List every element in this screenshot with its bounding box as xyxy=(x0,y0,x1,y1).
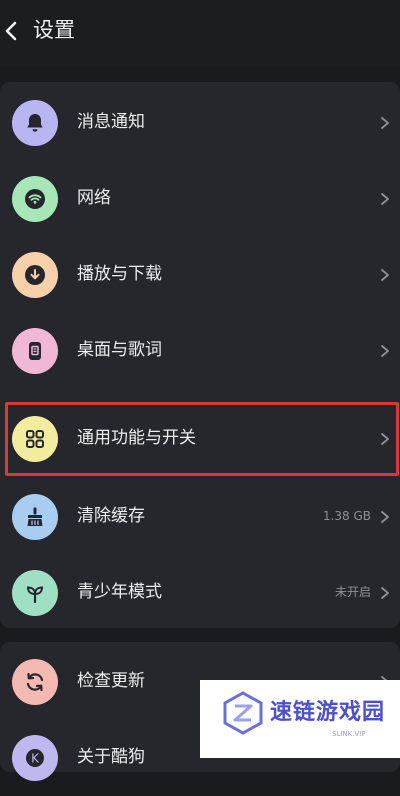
settings-item-label: 关于酷狗 xyxy=(77,747,145,767)
teen-mode-status: 未开启 xyxy=(334,585,371,599)
cache-size-value: 1.38 GB xyxy=(322,509,371,523)
chevron-right-icon xyxy=(381,193,389,205)
chevron-right-icon xyxy=(381,269,389,281)
settings-item-teen-mode[interactable]: 青少年模式 未开启 xyxy=(0,555,400,631)
chevron-right-icon xyxy=(381,511,389,523)
watermark-logo-icon xyxy=(223,691,263,735)
settings-item-clear-cache[interactable]: 清除缓存 1.38 GB xyxy=(0,479,400,555)
settings-item-label: 清除缓存 xyxy=(77,506,145,526)
wifi-icon xyxy=(12,176,58,222)
watermark-subtext: SLINK.VIP xyxy=(332,730,366,738)
settings-item-label: 检查更新 xyxy=(77,671,145,691)
chevron-right-icon xyxy=(381,345,389,357)
header-bar: 设置 xyxy=(0,0,400,66)
settings-item-label: 消息通知 xyxy=(77,112,145,132)
page-title: 设置 xyxy=(33,18,75,42)
sprout-icon xyxy=(12,570,58,616)
settings-item-label: 网络 xyxy=(77,188,111,208)
kugou-icon: K xyxy=(12,735,58,781)
download-icon xyxy=(12,252,58,298)
bell-icon xyxy=(12,100,58,146)
chevron-left-icon[interactable] xyxy=(2,18,22,44)
refresh-icon xyxy=(12,659,58,705)
settings-item-notifications[interactable]: 消息通知 xyxy=(0,85,400,161)
settings-item-desktop-lyrics[interactable]: 桌面与歌词 xyxy=(0,313,400,389)
settings-item-label: 桌面与歌词 xyxy=(77,340,162,360)
settings-item-label: 青少年模式 xyxy=(77,582,162,602)
chevron-right-icon xyxy=(381,117,389,129)
svg-text:K: K xyxy=(31,752,40,766)
highlight-box xyxy=(5,402,399,476)
watermark: 速链游戏园 SLINK.VIP xyxy=(200,680,400,758)
settings-item-playback-download[interactable]: 播放与下载 xyxy=(0,237,400,313)
chevron-right-icon xyxy=(381,587,389,599)
watermark-text: 速链游戏园 xyxy=(270,700,386,725)
settings-item-network[interactable]: 网络 xyxy=(0,161,400,237)
lyrics-icon xyxy=(12,328,58,374)
settings-item-label: 播放与下载 xyxy=(77,264,162,284)
broom-icon xyxy=(12,494,58,540)
